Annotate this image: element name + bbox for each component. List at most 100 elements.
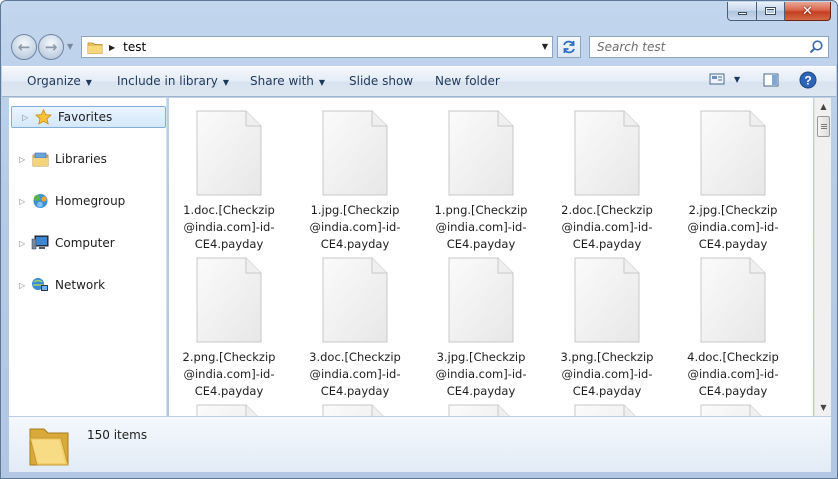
- blank-file-icon: [448, 404, 510, 416]
- navigation-pane: ▷ Favorites ▷ Libraries ▷ Homegroup ▷ Co…: [9, 98, 167, 416]
- expand-arrow-icon[interactable]: ▷: [19, 281, 27, 290]
- help-icon: ?: [799, 71, 817, 89]
- search-input[interactable]: Search test: [590, 40, 808, 54]
- file-item[interactable]: 2.png.[Checkzip@india.com]-id-CE4.payday: [174, 245, 284, 400]
- search-box[interactable]: Search test: [589, 36, 829, 58]
- grip-line: [821, 128, 827, 129]
- back-button[interactable]: ←: [11, 34, 37, 60]
- vertical-scrollbar[interactable]: ▲ ▼: [814, 98, 831, 416]
- computer-icon: [31, 235, 49, 251]
- address-bar[interactable]: ▶ test ▼: [81, 36, 553, 58]
- command-bar: Organize ▼ Include in library ▼ Share with…: [2, 66, 836, 97]
- grip-line: [821, 124, 827, 125]
- file-item[interactable]: 3.png.[Checkzip@india.com]-id-CE4.payday: [552, 245, 662, 400]
- maximize-icon: [765, 7, 776, 15]
- sidebar-item-libraries[interactable]: ▷ Libraries: [9, 148, 166, 170]
- file-item[interactable]: [552, 392, 662, 416]
- include-in-library-button[interactable]: Include in library ▼: [117, 74, 229, 88]
- sidebar-item-label: Libraries: [55, 152, 107, 166]
- close-icon: ✕: [802, 3, 813, 19]
- organize-button[interactable]: Organize ▼: [27, 74, 92, 88]
- close-button[interactable]: ✕: [785, 2, 831, 21]
- homegroup-icon: [31, 193, 49, 209]
- network-icon: [31, 277, 49, 293]
- expand-arrow-icon[interactable]: ▷: [22, 113, 30, 122]
- forward-button[interactable]: →: [38, 34, 64, 60]
- scroll-down-button[interactable]: ▼: [815, 399, 832, 416]
- expand-arrow-icon[interactable]: ▷: [19, 155, 27, 164]
- change-view-button[interactable]: [709, 72, 725, 89]
- breadcrumb-separator-icon[interactable]: ▶: [109, 43, 115, 52]
- search-icon[interactable]: [808, 39, 824, 55]
- scroll-up-button[interactable]: ▲: [815, 98, 832, 115]
- blank-file-icon: [322, 404, 384, 416]
- organize-label: Organize: [27, 74, 81, 88]
- preview-pane-button[interactable]: [763, 72, 779, 91]
- file-item[interactable]: 1.jpg.[Checkzip@india.com]-id-CE4.payday: [300, 98, 410, 253]
- preview-pane-icon: [763, 73, 779, 87]
- address-history-dropdown[interactable]: ▼: [542, 42, 548, 51]
- blank-file-icon: [574, 404, 636, 416]
- expand-arrow-icon[interactable]: ▷: [19, 197, 27, 206]
- blank-file-icon: [196, 404, 258, 416]
- chevron-down-icon: ▼: [318, 78, 326, 87]
- sidebar-item-label: Computer: [55, 236, 115, 250]
- file-item[interactable]: [678, 392, 788, 416]
- view-options-dropdown[interactable]: ▼: [734, 75, 740, 84]
- share-with-label: Share with: [250, 74, 314, 88]
- blank-file-icon: [700, 257, 766, 343]
- blank-file-icon: [700, 404, 762, 416]
- refresh-icon: [563, 40, 575, 54]
- minimize-button[interactable]: [727, 2, 757, 21]
- recent-pages-dropdown[interactable]: ▼: [67, 42, 73, 51]
- file-item[interactable]: 1.png.[Checkzip@india.com]-id-CE4.payday: [426, 98, 536, 253]
- blank-file-icon: [322, 257, 388, 343]
- minimize-icon: [737, 12, 747, 15]
- sidebar-item-label: Favorites: [58, 110, 113, 124]
- navigation-bar: ← → ▼ ▶ test ▼ Search test: [9, 34, 831, 60]
- sidebar-item-label: Network: [55, 278, 106, 292]
- file-item[interactable]: 3.doc.[Checkzip@india.com]-id-CE4.payday: [300, 245, 410, 400]
- blank-file-icon: [574, 110, 640, 196]
- blank-file-icon: [196, 110, 262, 196]
- blank-file-icon: [322, 110, 388, 196]
- grip-line: [821, 126, 827, 127]
- help-button[interactable]: ?: [799, 71, 817, 92]
- file-list: 1.doc.[Checkzip@india.com]-id-CE4.payday…: [169, 98, 813, 416]
- sidebar-item-homegroup[interactable]: ▷ Homegroup: [9, 190, 166, 212]
- include-in-library-label: Include in library: [117, 74, 218, 88]
- file-item[interactable]: 2.jpg.[Checkzip@india.com]-id-CE4.payday: [678, 98, 788, 253]
- caption-buttons: ✕: [727, 2, 831, 21]
- expand-arrow-icon[interactable]: ▷: [19, 239, 27, 248]
- refresh-button[interactable]: [557, 36, 581, 58]
- svg-text:?: ?: [804, 74, 811, 88]
- new-folder-button[interactable]: New folder: [435, 74, 500, 88]
- file-item[interactable]: [300, 392, 410, 416]
- file-item[interactable]: 1.doc.[Checkzip@india.com]-id-CE4.payday: [174, 98, 284, 253]
- maximize-button[interactable]: [757, 2, 785, 21]
- item-count: 150 items: [87, 428, 148, 442]
- sidebar-item-favorites[interactable]: ▷ Favorites: [11, 106, 166, 128]
- file-item[interactable]: 3.jpg.[Checkzip@india.com]-id-CE4.payday: [426, 245, 536, 400]
- sidebar-item-network[interactable]: ▷ Network: [9, 274, 166, 296]
- share-with-button[interactable]: Share with ▼: [250, 74, 325, 88]
- blank-file-icon: [574, 257, 640, 343]
- breadcrumb-current[interactable]: test: [123, 40, 146, 54]
- file-item[interactable]: [174, 392, 284, 416]
- forward-arrow-icon: →: [44, 38, 58, 56]
- blank-file-icon: [448, 257, 514, 343]
- chevron-down-icon: ▼: [85, 78, 92, 87]
- file-item[interactable]: [426, 392, 536, 416]
- details-pane: 150 items: [9, 416, 831, 472]
- sidebar-item-label: Homegroup: [55, 194, 126, 208]
- folder-icon: [87, 42, 103, 54]
- file-item[interactable]: 2.doc.[Checkzip@india.com]-id-CE4.payday: [552, 98, 662, 253]
- sidebar-item-computer[interactable]: ▷ Computer: [9, 232, 166, 254]
- blank-file-icon: [448, 110, 514, 196]
- view-icon: [709, 73, 725, 85]
- slide-show-button[interactable]: Slide show: [349, 74, 413, 88]
- scroll-thumb[interactable]: [817, 116, 830, 137]
- explorer-window: ✕ ← → ▼ ▶ test ▼ Search test Organize ▼ …: [0, 0, 838, 479]
- file-item[interactable]: 4.doc.[Checkzip@india.com]-id-CE4.payday: [678, 245, 788, 400]
- chevron-down-icon: ▼: [222, 78, 230, 87]
